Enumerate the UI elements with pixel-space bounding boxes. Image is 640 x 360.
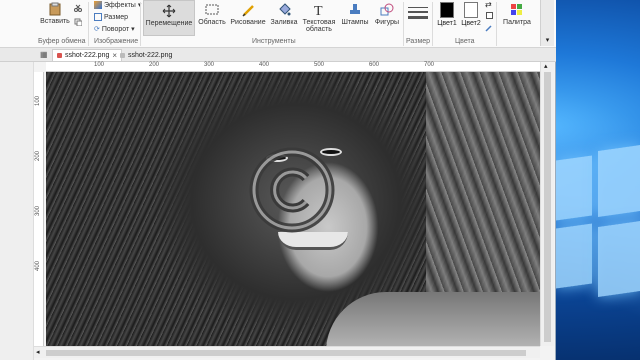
vertical-ruler: 100 200 300 400 [34,72,44,346]
palette-icon [511,4,522,15]
ruler-label: 400 [259,62,270,68]
image-file-icon [57,53,62,58]
left-panel [0,62,34,360]
effects-label: Эффекты [104,1,136,9]
swap-colors-icon[interactable]: ⇄ [485,0,492,9]
scroll-thumb[interactable] [544,72,551,342]
color1-button[interactable]: Цвет1 [436,2,458,27]
windows-logo [552,140,640,360]
rotate-button[interactable]: ⟳ Поворот ▾ [94,25,135,34]
palette-label: Палитра [503,19,531,26]
ruler-label: 400 [35,260,41,271]
tab-document-2[interactable]: sshot-222.png [116,49,176,61]
clipboard-icon [49,2,61,16]
move-label: Перемещение [145,20,193,27]
shapes-label: Фигуры [374,19,400,26]
color2-button[interactable]: Цвет2 [460,2,482,27]
text-tool-button[interactable]: T Текстовая область [300,3,338,33]
ruler-label: 200 [35,150,41,161]
chevron-up-icon[interactable]: ▴ [544,62,548,70]
text-icon: T [314,4,323,17]
move-icon [162,4,176,18]
ribbon-toolbar: Вставить Буфер обмена Эффекты ▾ Размер ⟳… [0,0,556,48]
ruler-label: 300 [204,62,215,68]
color2-label: Цвет2 [461,20,481,27]
rotate-label: Поворот [101,25,130,33]
ruler-label: 600 [369,62,380,68]
size-group-label: Размер [406,38,431,45]
chevron-down-icon: ▾ [545,37,550,44]
document-tab-bar: ▦ sshot-222.png × sshot-222.png [0,48,556,62]
vertical-scrollbar[interactable]: ▴ [540,62,554,346]
fill-tool-button[interactable]: Заливка [268,3,300,26]
horizontal-scrollbar[interactable]: ◂ [34,346,540,358]
ruler-label: 200 [149,62,160,68]
svg-text:T: T [314,4,323,17]
resize-button[interactable]: Размер [94,13,128,21]
shapes-icon [380,3,394,16]
clipboard-group-label: Буфер обмена [38,38,86,45]
chevron-left-icon[interactable]: ◂ [36,348,40,356]
shoulder-region [326,292,540,346]
image-canvas[interactable] [46,72,540,346]
draw-tool-button[interactable]: Рисование [228,3,268,26]
resize-icon [94,13,102,21]
palette-button[interactable]: Палитра [500,3,534,26]
stamps-tool-button[interactable]: Штампы [338,3,372,26]
tab-document-1[interactable]: sshot-222.png × [52,49,123,61]
color1-label: Цвет1 [437,20,457,27]
ruler-label: 500 [314,62,325,68]
area-tool-button[interactable]: Область [196,3,228,26]
line-size-button[interactable] [408,4,428,30]
separator [140,2,141,46]
chevron-down-icon: ▾ [131,26,135,33]
paint-bucket-icon [279,3,291,16]
area-label: Область [198,19,226,26]
ruler-label: 700 [424,62,435,68]
separator [496,2,497,46]
tab-label: sshot-222.png [128,51,173,59]
separator [88,2,89,46]
ruler-label: 100 [35,95,41,106]
image-group-label: Изображение [94,38,139,45]
cut-icon[interactable] [74,4,82,12]
tools-group-label: Инструменты [252,38,296,45]
color2-swatch [464,2,478,18]
scroll-thumb[interactable] [46,350,526,356]
shapes-tool-button[interactable]: Фигуры [372,3,402,26]
stamp-icon [350,4,360,14]
separator [432,2,433,46]
image-file-icon [120,52,125,58]
selection-area-icon [205,4,219,15]
colors-group-label: Цвета [455,38,475,45]
color1-swatch [440,2,454,18]
effects-icon [94,1,102,9]
resize-label: Размер [104,13,129,21]
copyright-watermark-icon [249,147,335,233]
tab-list-icon[interactable]: ▦ [40,50,48,59]
separator [403,2,404,46]
text-label-line1: Текстовая [302,19,336,26]
effects-button[interactable]: Эффекты ▾ [94,1,141,9]
draw-label: Рисование [230,19,266,26]
fill-label: Заливка [270,19,298,26]
paste-label: Вставить [40,18,70,25]
copy-icon[interactable] [74,18,82,26]
ruler-label: 300 [35,205,41,216]
rotate-icon: ⟳ [94,26,100,33]
move-tool-button[interactable]: Перемещение [143,0,195,36]
text-label-line2: область [306,26,332,33]
tab-label: sshot-222.png [65,52,110,59]
horizontal-ruler: 100 200 300 400 500 600 700 [46,62,540,72]
paste-button[interactable]: Вставить [38,2,72,25]
ruler-label: 100 [94,62,105,68]
ribbon-scroll-down[interactable]: ▾ [540,0,554,46]
reset-colors-icon[interactable] [486,12,493,19]
image-editor-window: Вставить Буфер обмена Эффекты ▾ Размер ⟳… [0,0,556,360]
pencil-icon [242,5,254,17]
stamps-label: Штампы [341,19,369,26]
eyedropper-icon[interactable] [485,24,493,32]
smile [278,232,348,250]
